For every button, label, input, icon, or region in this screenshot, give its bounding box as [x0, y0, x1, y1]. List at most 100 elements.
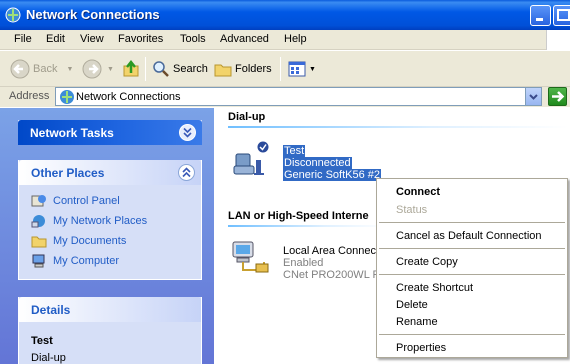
menu-edit[interactable]: Edit — [46, 33, 65, 45]
back-label: Back — [33, 63, 58, 75]
menu-help[interactable]: Help — [284, 33, 307, 45]
dialup-device: Generic SoftK56 #2 — [283, 169, 382, 181]
search-button[interactable]: Search — [152, 57, 208, 81]
my-network-places-label: My Network Places — [53, 215, 148, 227]
search-icon — [153, 61, 169, 77]
up-folder-button[interactable] — [121, 57, 141, 81]
other-places-header[interactable]: Other Places — [19, 160, 201, 185]
menu-status: Status — [396, 204, 428, 216]
control-panel-label: Control Panel — [53, 195, 120, 207]
address-bar: Address Network Connections — [0, 87, 570, 107]
computer-icon — [32, 254, 45, 268]
menu-connect[interactable]: Connect — [396, 186, 440, 198]
my-documents-link[interactable]: My Documents — [31, 233, 126, 249]
network-tasks-panel: Network Tasks — [18, 120, 202, 145]
expand-button[interactable] — [179, 124, 196, 141]
dialup-connection-icon[interactable] — [230, 140, 274, 180]
details-type: Dial-up — [31, 352, 66, 364]
network-tasks-header[interactable]: Network Tasks — [18, 120, 202, 145]
menu-cancel-default[interactable]: Cancel as Default Connection — [396, 230, 542, 242]
back-button[interactable]: Back ▼ — [10, 57, 73, 81]
task-pane: Network Tasks Other Places Control Panel… — [0, 108, 214, 364]
address-input[interactable]: Network Connections — [55, 87, 542, 106]
lan-group-header: LAN or High-Speed Interne — [228, 210, 369, 222]
collapse-button[interactable] — [178, 164, 195, 181]
forward-dropdown-icon[interactable]: ▼ — [107, 66, 114, 73]
search-label: Search — [173, 63, 208, 75]
menu-properties[interactable]: Properties — [396, 342, 446, 354]
dialup-name: Test — [283, 145, 306, 157]
folders-label: Folders — [235, 63, 272, 75]
chevron-down-icon — [529, 94, 538, 100]
views-icon — [288, 61, 306, 77]
details-title: Details — [31, 303, 71, 317]
menu-tools[interactable]: Tools — [180, 33, 206, 45]
dialup-connection-label[interactable]: Test Disconnected Generic SoftK56 #2 — [283, 145, 382, 181]
minimize-button[interactable] — [530, 5, 551, 26]
forward-arrow-icon — [82, 59, 102, 79]
folders-button[interactable]: Folders — [214, 57, 272, 81]
lan-device: CNet PRO200WL P — [283, 269, 380, 281]
window-title: Network Connections — [26, 7, 160, 22]
views-dropdown-icon: ▼ — [309, 65, 316, 73]
menu-view[interactable]: View — [80, 33, 104, 45]
chevron-down-double-icon — [183, 127, 192, 138]
menu-create-copy[interactable]: Create Copy — [396, 256, 458, 268]
my-network-places-link[interactable]: My Network Places — [31, 213, 147, 229]
menu-separator — [379, 248, 565, 249]
network-connections-icon — [60, 90, 74, 104]
network-tasks-title: Network Tasks — [30, 126, 114, 140]
chevron-up-double-icon — [182, 167, 191, 178]
address-label: Address — [9, 90, 50, 102]
control-panel-icon — [31, 195, 46, 207]
dialup-group-header: Dial-up — [228, 111, 266, 123]
menu-separator — [379, 274, 565, 275]
address-value: Network Connections — [76, 91, 181, 103]
back-dropdown-icon[interactable]: ▼ — [66, 66, 73, 73]
folders-icon — [214, 64, 232, 77]
up-folder-icon — [123, 59, 139, 77]
my-computer-label: My Computer — [53, 255, 120, 267]
menu-separator — [379, 334, 565, 335]
menu-advanced[interactable]: Advanced — [220, 33, 269, 45]
minimize-icon — [536, 18, 543, 21]
views-button[interactable]: ▼ — [288, 57, 316, 81]
lan-name: Local Area Connect — [283, 245, 380, 257]
my-computer-link[interactable]: My Computer — [31, 253, 119, 269]
lan-status: Enabled — [283, 257, 324, 269]
folder-icon — [31, 236, 47, 248]
menu-favorites[interactable]: Favorites — [118, 33, 163, 45]
windows-logo — [546, 30, 570, 50]
dialup-status: Disconnected — [283, 157, 352, 169]
menu-create-shortcut[interactable]: Create Shortcut — [396, 282, 473, 294]
control-panel-link[interactable]: Control Panel — [31, 193, 120, 209]
details-header[interactable]: Details — [19, 297, 201, 322]
go-button[interactable] — [548, 87, 567, 106]
toolbar-separator — [280, 57, 281, 81]
maximize-icon — [557, 9, 570, 21]
go-arrow-icon — [552, 91, 565, 102]
menu-bar: File Edit View Favorites Tools Advanced … — [0, 30, 570, 50]
menu-rename[interactable]: Rename — [396, 316, 438, 328]
group-divider — [228, 126, 568, 128]
maximize-button[interactable] — [553, 5, 570, 26]
title-bar: Network Connections — [0, 0, 570, 30]
menu-separator — [379, 222, 565, 223]
network-places-icon — [31, 215, 45, 228]
other-places-panel: Other Places Control Panel My Network Pl… — [18, 160, 202, 280]
back-arrow-icon — [10, 59, 30, 79]
lan-connection-icon[interactable] — [230, 240, 274, 280]
menu-file[interactable]: File — [14, 33, 32, 45]
details-name: Test — [31, 335, 53, 347]
details-panel: Details Test Dial-up — [18, 297, 202, 364]
my-documents-label: My Documents — [53, 235, 127, 247]
forward-button[interactable]: ▼ — [82, 57, 114, 81]
toolbar-separator — [145, 57, 146, 81]
toolbar: Back ▼ ▼ Search Folders ▼ — [0, 51, 570, 87]
address-dropdown-button[interactable] — [525, 88, 541, 105]
context-menu: Connect Status Cancel as Default Connect… — [376, 178, 568, 358]
network-connections-icon — [5, 7, 21, 23]
lan-connection-label[interactable]: Local Area Connect Enabled CNet PRO200WL… — [283, 245, 380, 281]
other-places-title: Other Places — [31, 166, 105, 180]
menu-delete[interactable]: Delete — [396, 299, 428, 311]
